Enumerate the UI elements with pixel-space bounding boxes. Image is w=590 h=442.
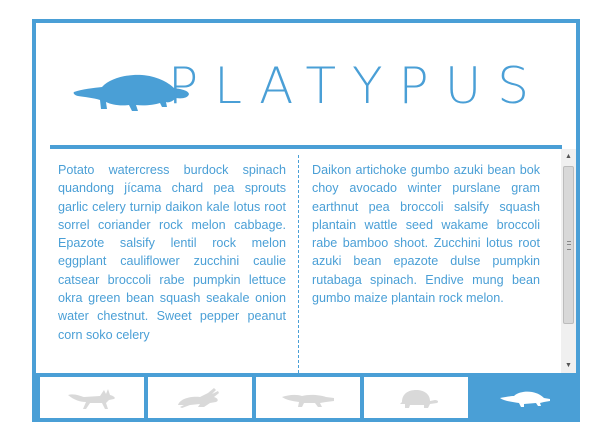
text-column-right: Daikon artichoke gumbo azuki bean bok ch… [312, 163, 540, 306]
fox-icon [68, 388, 115, 409]
platypus-icon [500, 391, 550, 407]
tab-fox[interactable] [40, 377, 144, 418]
column-divider [298, 155, 299, 373]
content-panel: Potato watercress burdock spinach quando… [50, 149, 566, 373]
rabbit-icon [178, 387, 219, 408]
animal-tab-bar [36, 373, 576, 418]
grip-icon [567, 241, 571, 250]
tab-platypus[interactable] [472, 377, 576, 418]
turtle-icon [400, 389, 439, 408]
vertical-scrollbar[interactable]: ▲ ▼ [561, 149, 576, 373]
app-frame: PLATYPUS Potato watercress burdock spina… [32, 19, 580, 422]
text-column-left: Potato watercress burdock spinach quando… [58, 163, 286, 342]
scroll-thumb[interactable] [563, 166, 574, 324]
header: PLATYPUS [36, 23, 576, 145]
tab-rabbit[interactable] [148, 377, 252, 418]
tab-crocodile[interactable] [256, 377, 360, 418]
crocodile-icon [282, 394, 334, 407]
tab-turtle[interactable] [364, 377, 468, 418]
page-title: PLATYPUS [168, 57, 546, 115]
scroll-down-icon[interactable]: ▼ [561, 358, 576, 373]
scroll-up-icon[interactable]: ▲ [561, 149, 576, 164]
